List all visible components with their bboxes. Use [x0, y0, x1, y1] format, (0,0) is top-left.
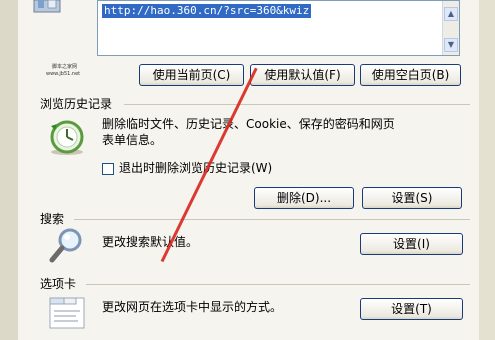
- history-settings-button[interactable]: 设置(S): [362, 187, 462, 209]
- search-magnifier-icon: [48, 226, 86, 264]
- tabs-window-icon: [46, 294, 88, 332]
- search-settings-button[interactable]: 设置(I): [360, 233, 463, 255]
- tabs-settings-button[interactable]: 设置(T): [360, 298, 463, 320]
- window-right-edge: [479, 0, 495, 340]
- delete-history-on-exit-checkbox[interactable]: [102, 163, 114, 175]
- history-divider: [124, 104, 470, 105]
- history-description-line1: 删除临时文件、历史记录、Cookie、保存的密码和网页: [102, 117, 395, 131]
- history-clock-icon: [47, 118, 87, 156]
- search-description: 更改搜索默认值。: [102, 235, 199, 249]
- window-left-edge: [0, 0, 18, 340]
- watermark-text: 脚本之家网: [52, 64, 78, 70]
- url-scrollbar[interactable]: ▲ ▼: [442, 1, 459, 55]
- scroll-down-icon[interactable]: ▼: [444, 38, 458, 52]
- history-section-title: 浏览历史记录: [40, 97, 113, 111]
- homepage-url-text[interactable]: http://hao.360.cn/?src=360&kwiz: [102, 4, 312, 18]
- homepage-url-textarea[interactable]: http://hao.360.cn/?src=360&kwiz ▲ ▼: [97, 0, 460, 56]
- use-blank-page-button[interactable]: 使用空白页(B): [360, 64, 461, 86]
- watermark-url: www.jb51.net: [46, 71, 81, 77]
- tabs-description: 更改网页在选项卡中显示的方式。: [102, 300, 283, 314]
- delete-history-button[interactable]: 删除(D)...: [254, 187, 354, 209]
- use-default-button[interactable]: 使用默认值(F): [250, 64, 355, 86]
- tabs-divider: [86, 284, 470, 285]
- delete-history-on-exit-label[interactable]: 退出时删除浏览历史记录(W): [119, 161, 272, 176]
- search-section-title: 搜索: [40, 212, 65, 226]
- scroll-up-icon[interactable]: ▲: [444, 7, 458, 21]
- tabs-section-title: 选项卡: [40, 277, 77, 291]
- homepage-icon: [30, 0, 64, 14]
- history-description-line2: 表单信息。: [102, 133, 163, 147]
- search-divider: [74, 219, 470, 220]
- use-current-page-button[interactable]: 使用当前页(C): [139, 64, 244, 86]
